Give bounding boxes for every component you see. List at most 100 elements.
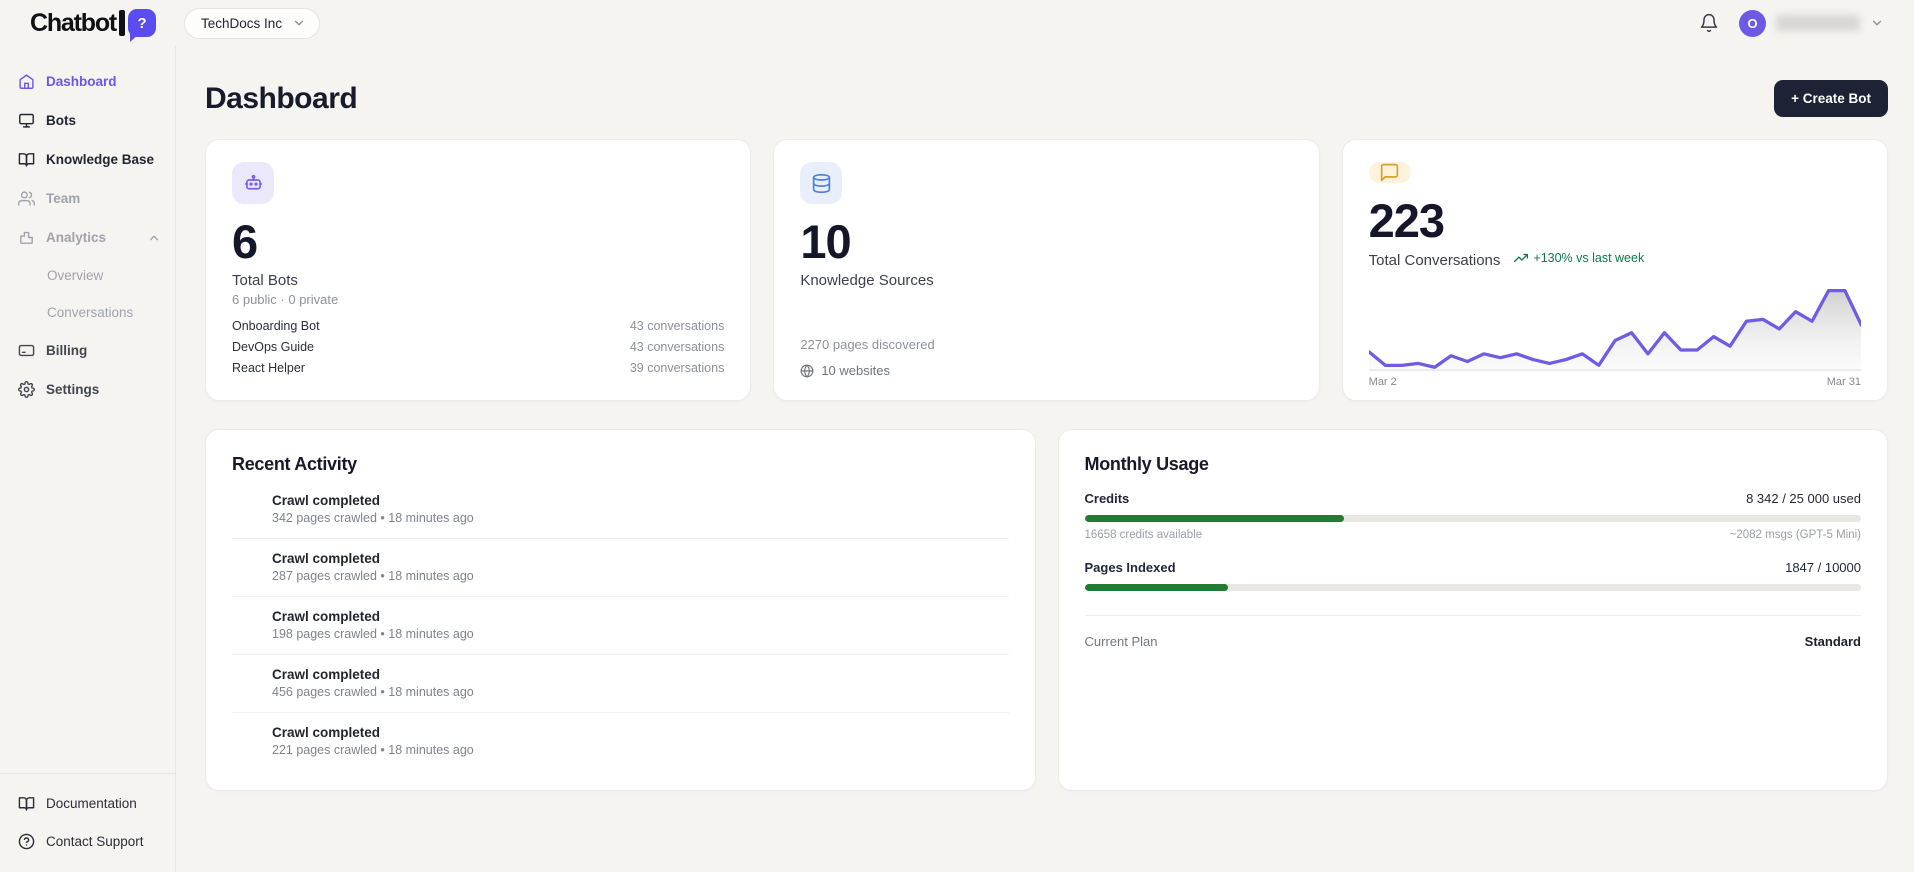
activity-item-meta: 287 pages crawled • 18 minutes ago — [272, 569, 474, 583]
pages-progress-fill — [1084, 584, 1229, 591]
sidebar-item-bots[interactable]: Bots — [0, 101, 175, 140]
book-open-icon — [18, 796, 35, 811]
knowledge-sources-label: Knowledge Sources — [800, 272, 934, 290]
sidebar-item-label: Conversations — [47, 305, 134, 320]
activity-item: Crawl completed 456 pages crawled • 18 m… — [232, 655, 1009, 713]
bot-conversations: 39 conversations — [629, 360, 725, 375]
bot-name: Onboarding Bot — [232, 318, 320, 333]
websites-count: 10 websites — [821, 363, 890, 378]
sidebar-item-label: Bots — [46, 113, 76, 128]
current-plan-value: Standard — [1804, 634, 1861, 649]
sidebar-item-team[interactable]: Team — [0, 179, 175, 218]
sidebar-item-label: Settings — [46, 382, 100, 397]
activity-item: Crawl completed 198 pages crawled • 18 m… — [232, 597, 1009, 655]
sidebar-item-label: Documentation — [46, 795, 137, 811]
bot-name: React Helper — [232, 360, 305, 375]
chevron-down-icon — [294, 20, 304, 26]
chevron-down-icon — [1872, 20, 1882, 26]
help-circle-icon — [18, 833, 35, 849]
bot-row: React Helper 39 conversations — [232, 357, 724, 378]
sidebar-item-dashboard[interactable]: Dashboard — [0, 62, 175, 101]
activity-item-title: Crawl completed — [272, 667, 381, 682]
activity-item: Crawl completed 342 pages crawled • 18 m… — [232, 481, 1009, 539]
sidebar-item-label: Contact Support — [46, 833, 144, 849]
activity-item-title: Crawl completed — [272, 609, 381, 624]
current-plan-label: Current Plan — [1084, 634, 1158, 649]
chevron-up-icon — [149, 235, 159, 240]
credits-value: 8 342 / 25 000 used — [1746, 491, 1861, 506]
workspace-selector[interactable]: TechDocs Inc — [184, 7, 321, 39]
create-bot-button[interactable]: + Create Bot — [1774, 80, 1888, 117]
logo-question-bubble-icon: ? — [128, 9, 157, 37]
trend-badge: +130% vs last week — [1514, 251, 1644, 265]
axis-start-label: Mar 2 — [1368, 376, 1397, 389]
pages-indexed-label: Pages Indexed — [1084, 560, 1176, 575]
credits-progress-fill — [1084, 515, 1344, 522]
logo-wordmark: Chatbot — [30, 8, 117, 37]
sidebar-item-contact-support[interactable]: Contact Support — [0, 822, 175, 860]
activity-item-title: Crawl completed — [272, 493, 381, 508]
divider — [1084, 615, 1861, 616]
knowledge-sources-value: 10 — [800, 215, 851, 268]
recent-activity-panel: Recent Activity Crawl completed 342 page… — [205, 429, 1036, 791]
sidebar-item-analytics[interactable]: Analytics — [0, 218, 175, 257]
total-bots-value: 6 — [232, 215, 258, 268]
total-bots-card: 6 Total Bots 6 public · 0 private Onboar… — [205, 139, 752, 401]
recent-activity-title: Recent Activity — [232, 454, 357, 474]
sidebar-item-conversations[interactable]: Conversations — [0, 294, 175, 331]
activity-item-title: Crawl completed — [272, 725, 381, 740]
sidebar-item-knowledge-base[interactable]: Knowledge Base — [0, 140, 175, 179]
bot-conversations: 43 conversations — [629, 318, 725, 333]
credit-card-icon — [18, 344, 35, 357]
monthly-usage-title: Monthly Usage — [1084, 454, 1209, 474]
home-icon — [19, 74, 34, 89]
bot-conversations: 43 conversations — [629, 339, 725, 354]
sidebar-item-label: Billing — [46, 343, 88, 358]
users-icon — [18, 191, 35, 206]
axis-end-label: Mar 31 — [1826, 376, 1861, 389]
pages-indexed-value: 1847 / 10000 — [1785, 560, 1861, 575]
sidebar-item-settings[interactable]: Settings — [0, 370, 175, 409]
knowledge-sources-card: 10 Knowledge Sources 2270 pages discover… — [773, 139, 1320, 401]
trend-text: +130% vs last week — [1533, 251, 1645, 266]
notifications-button[interactable] — [1699, 13, 1719, 33]
pages-progress-bar — [1084, 584, 1861, 591]
credits-progress-bar — [1084, 515, 1861, 522]
main-content: Dashboard + Create Bot 6 Total Bots 6 pu… — [176, 46, 1914, 872]
total-conversations-label: Total Conversations — [1368, 252, 1501, 270]
bot-row: DevOps Guide 43 conversations — [232, 336, 724, 357]
sidebar-item-billing[interactable]: Billing — [0, 331, 175, 370]
sidebar: Dashboard Bots Knowledge Base Team Analy… — [0, 46, 176, 872]
top-header: Chatbot ? TechDocs Inc O — [0, 0, 1914, 46]
avatar: O — [1739, 9, 1766, 37]
gear-icon — [18, 381, 35, 398]
monitor-icon — [19, 113, 34, 128]
chat-bubble-icon — [1368, 162, 1411, 183]
workspace-name: TechDocs Inc — [201, 15, 283, 31]
activity-item-title: Crawl completed — [272, 551, 381, 566]
app-logo: Chatbot ? — [30, 8, 157, 38]
sidebar-item-label: Team — [46, 191, 81, 206]
activity-item-meta: 221 pages crawled • 18 minutes ago — [272, 743, 474, 757]
trending-up-icon — [1514, 254, 1529, 263]
sidebar-item-documentation[interactable]: Documentation — [0, 784, 175, 822]
activity-item-meta: 342 pages crawled • 18 minutes ago — [272, 511, 474, 525]
activity-item: Crawl completed 221 pages crawled • 18 m… — [232, 713, 1009, 770]
total-bots-label: Total Bots — [232, 272, 298, 290]
bell-icon — [1700, 13, 1718, 33]
bots-breakdown: 6 public · 0 private — [232, 292, 339, 307]
user-menu[interactable]: O — [1739, 9, 1884, 37]
activity-item-meta: 198 pages crawled • 18 minutes ago — [272, 627, 474, 641]
database-icon — [800, 162, 843, 204]
total-conversations-card: 223 Total Conversations +130% vs last we… — [1341, 139, 1888, 401]
bot-row: Onboarding Bot 43 conversations — [232, 315, 724, 336]
activity-item-meta: 456 pages crawled • 18 minutes ago — [272, 685, 474, 699]
sidebar-item-label: Analytics — [46, 230, 107, 245]
user-name-redacted — [1776, 15, 1860, 31]
globe-icon — [800, 364, 814, 377]
websites-line: 10 websites — [800, 363, 1292, 378]
sidebar-item-label: Dashboard — [46, 74, 117, 89]
page-title: Dashboard — [205, 81, 358, 115]
sidebar-item-label: Overview — [47, 268, 104, 283]
sidebar-item-overview[interactable]: Overview — [0, 257, 175, 294]
